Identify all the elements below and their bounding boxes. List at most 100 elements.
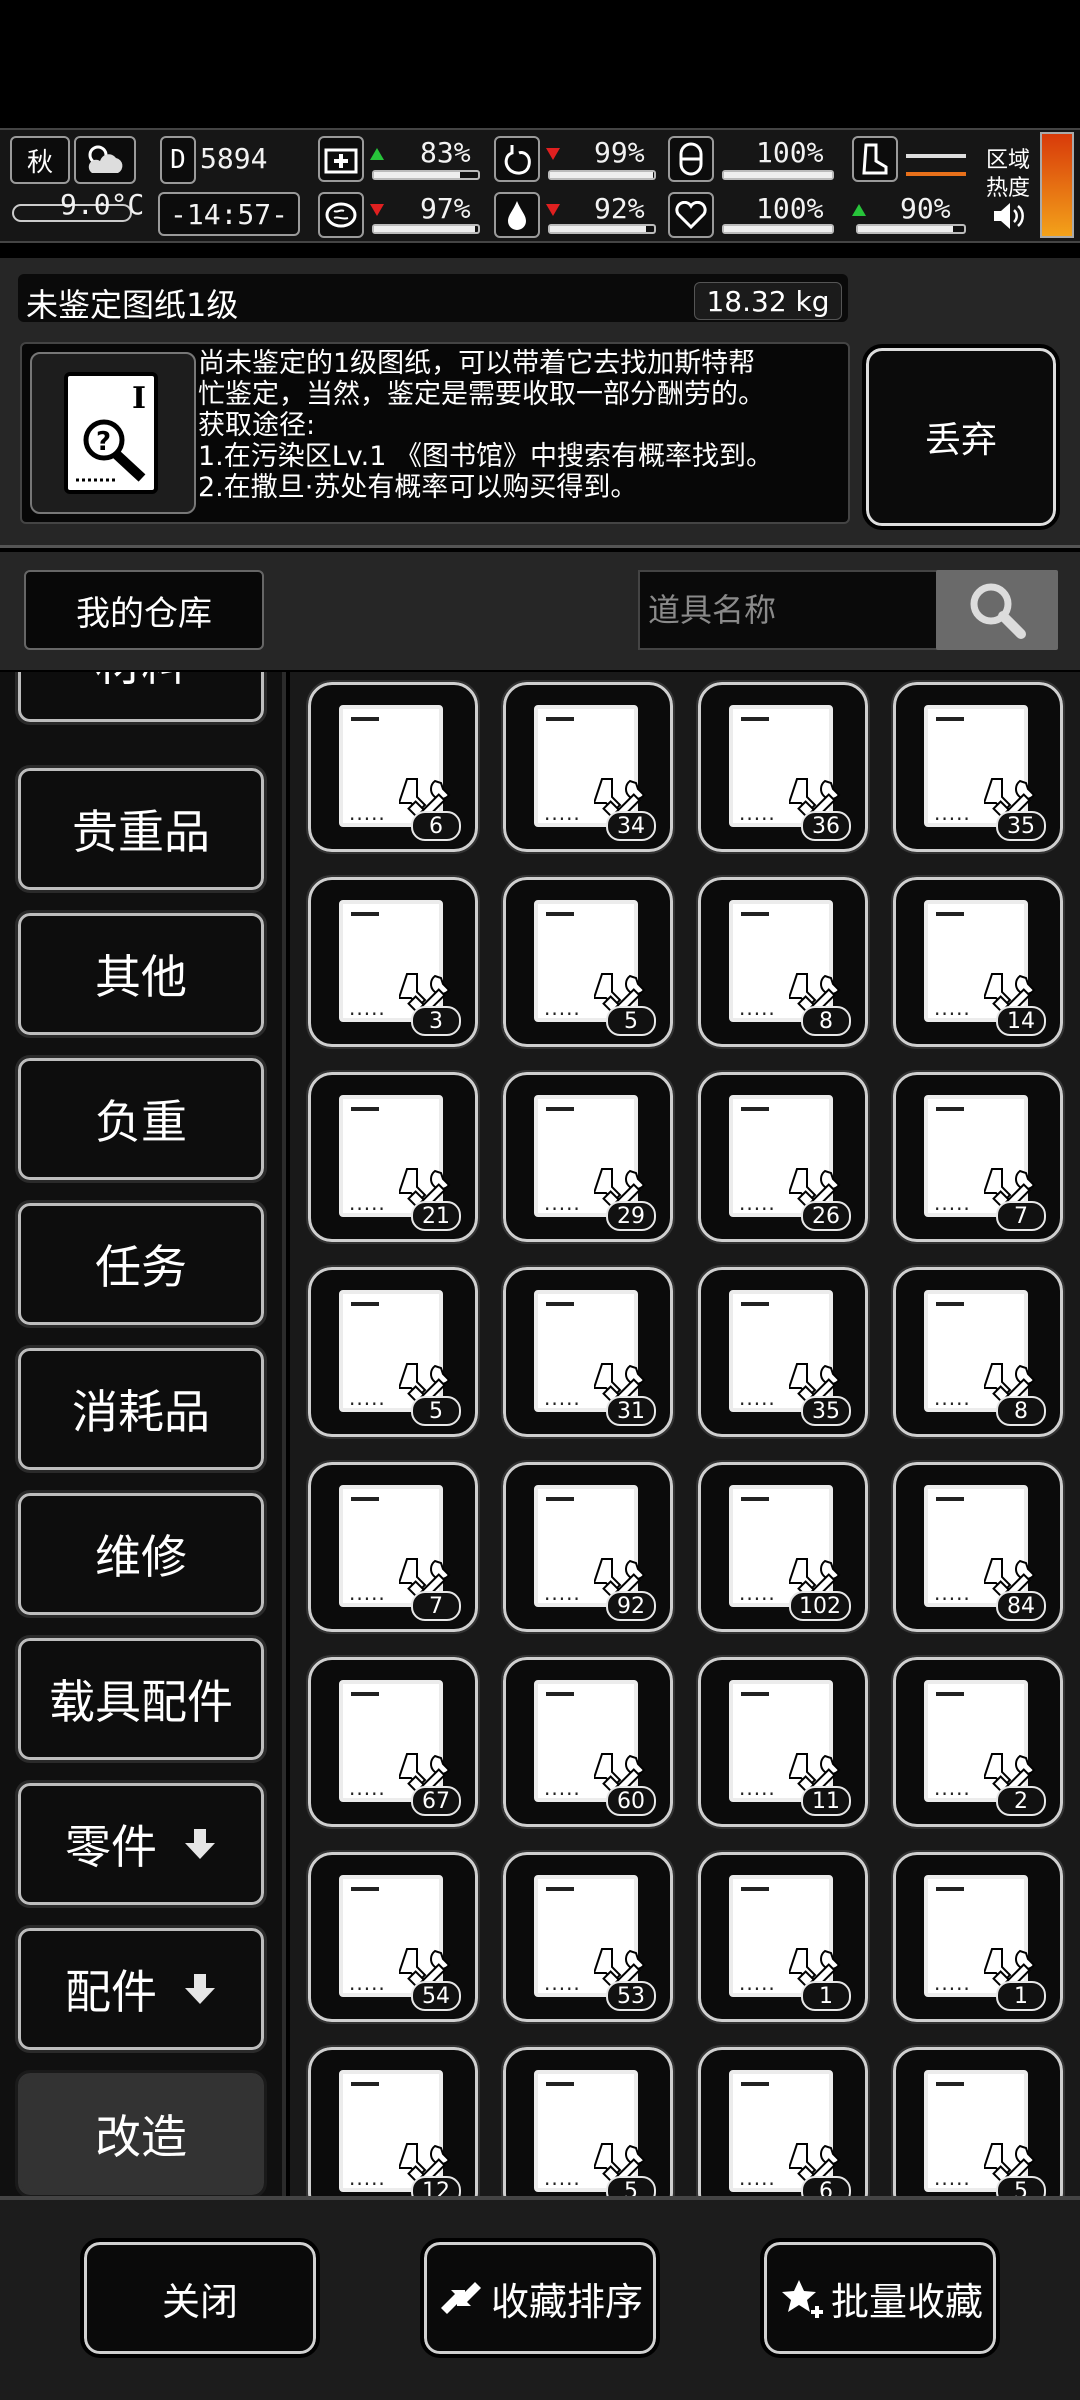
close-button-label: 关闭 <box>161 2279 238 2324</box>
item-count-badge: 84 <box>996 1591 1046 1621</box>
blueprint-item-slot[interactable]: 12 <box>306 2045 480 2196</box>
discard-button-label: 丢弃 <box>924 420 997 461</box>
blueprint-item-slot[interactable]: 5 <box>501 2045 675 2196</box>
arrow-down-icon <box>185 1829 215 1859</box>
blueprint-item-slot[interactable]: 53 <box>501 1850 675 2024</box>
category-components[interactable]: 零件 <box>15 1780 267 1908</box>
item-count-badge: 12 <box>411 2176 461 2196</box>
water-bar <box>548 224 656 234</box>
weather-icon <box>74 136 136 184</box>
item-count-badge: 11 <box>801 1786 851 1816</box>
blueprint-item-slot[interactable]: 6 <box>306 680 480 854</box>
water-drop-icon <box>494 192 540 238</box>
bottom-action-bar: 关闭 收藏排序 批量收藏 <box>0 2196 1080 2400</box>
blueprint-item-slot[interactable]: 5 <box>891 2045 1065 2196</box>
blueprint-item-slot[interactable]: 3 <box>306 875 480 1049</box>
blueprint-item-slot[interactable]: 8 <box>891 1265 1065 1439</box>
stomach-down-arrow <box>546 148 560 160</box>
item-count-badge: 26 <box>801 1201 851 1231</box>
svg-text:I: I <box>132 381 146 416</box>
item-count-badge: 5 <box>411 1396 461 1426</box>
blueprint-item-slot[interactable]: 26 <box>696 1070 870 1244</box>
item-count-badge: 54 <box>411 1981 461 2011</box>
svg-text:?: ? <box>96 427 111 457</box>
category-sidebar[interactable]: 材料 贵重品 其他 负重 任务 消耗品 维修 载具配件 零件 配件 改造 <box>0 672 286 2196</box>
item-count-badge: 7 <box>411 1591 461 1621</box>
blueprint-item-slot[interactable]: 14 <box>891 875 1065 1049</box>
zone-heat-bar <box>1040 132 1074 238</box>
blueprint-item-slot[interactable]: 2 <box>891 1655 1065 1829</box>
capsule-icon <box>668 136 714 182</box>
blueprint-item-slot[interactable]: 36 <box>696 680 870 854</box>
health-value: 83% <box>420 136 471 169</box>
category-modify[interactable]: 改造 <box>15 2070 267 2196</box>
brain-bar <box>372 224 480 234</box>
item-description: 尚未鉴定的1级图纸，可以带着它去找加斯特帮 忙鉴定，当然，鉴定是需要收取一部分酬… <box>198 348 774 503</box>
item-grid: 6343635358142129267531358792102846760112… <box>290 672 1080 2196</box>
search-button[interactable] <box>936 570 1058 650</box>
item-info-panel: 未鉴定图纸1级 18.32 kg I ? 尚未鉴定的1级图纸，可以带着它去找加斯… <box>0 258 1080 548</box>
category-vehicle-parts[interactable]: 载具配件 <box>15 1635 267 1763</box>
item-count-badge: 1 <box>996 1981 1046 2011</box>
my-warehouse-label: 我的仓库 <box>76 593 212 634</box>
blueprint-item-slot[interactable]: 21 <box>306 1070 480 1244</box>
blueprint-item-slot[interactable]: 34 <box>501 680 675 854</box>
blueprint-item-slot[interactable]: 60 <box>501 1655 675 1829</box>
blueprint-item-slot[interactable]: 67 <box>306 1655 480 1829</box>
water-down-arrow <box>546 204 560 216</box>
item-search-input[interactable] <box>638 570 938 650</box>
blueprint-item-slot[interactable]: 1 <box>696 1850 870 2024</box>
category-accessories[interactable]: 配件 <box>15 1925 267 2053</box>
category-consumables[interactable]: 消耗品 <box>15 1345 267 1473</box>
batch-favorite-button[interactable]: 批量收藏 <box>760 2238 1000 2358</box>
category-tasks[interactable]: 任务 <box>15 1200 267 1328</box>
my-warehouse-button[interactable]: 我的仓库 <box>24 570 264 650</box>
category-load[interactable]: 负重 <box>15 1055 267 1183</box>
item-count-badge: 1 <box>801 1981 851 2011</box>
blueprint-item-slot[interactable]: 7 <box>891 1070 1065 1244</box>
status-bar: 秋 9.0°C D 5894 -14:57- 83% 99% 100% 97% … <box>0 128 1080 243</box>
blueprint-item-slot[interactable]: 102 <box>696 1460 870 1634</box>
brain-icon <box>318 192 364 238</box>
blueprint-item-slot[interactable]: 5 <box>501 875 675 1049</box>
blueprint-item-slot[interactable]: 31 <box>501 1265 675 1439</box>
health-up-arrow <box>370 148 384 160</box>
stamina-lines <box>906 154 966 176</box>
day-count: 5894 <box>200 142 268 175</box>
blueprint-item-slot[interactable]: 35 <box>891 680 1065 854</box>
season-label: 秋 <box>26 147 53 178</box>
sort-favorites-button[interactable]: 收藏排序 <box>420 2238 660 2358</box>
blueprint-item-slot[interactable]: 1 <box>891 1850 1065 2024</box>
heart-icon <box>668 192 714 238</box>
blueprint-item-slot[interactable]: 54 <box>306 1850 480 2024</box>
close-button[interactable]: 关闭 <box>80 2238 320 2358</box>
discard-button[interactable]: 丢弃 <box>862 344 1060 530</box>
blueprint-item-slot[interactable]: 84 <box>891 1460 1065 1634</box>
clock-box: -14:57- <box>158 192 300 236</box>
category-repair[interactable]: 维修 <box>15 1490 267 1618</box>
blueprint-item-slot[interactable]: 6 <box>696 2045 870 2196</box>
stomach-bar <box>548 170 656 180</box>
search-icon <box>970 583 1026 639</box>
zone-heat-label-2: 热度 <box>986 176 1031 201</box>
blueprint-item-slot[interactable]: 11 <box>696 1655 870 1829</box>
blueprint-icon: I ? <box>30 352 196 514</box>
boot-icon <box>852 136 898 182</box>
blueprint-item-slot[interactable]: 8 <box>696 875 870 1049</box>
stomach-value: 99% <box>594 136 645 169</box>
stamina-up-arrow <box>852 204 866 216</box>
item-weight: 18.32 kg <box>694 282 842 320</box>
blueprint-item-slot[interactable]: 92 <box>501 1460 675 1634</box>
blueprint-item-slot[interactable]: 5 <box>306 1265 480 1439</box>
category-materials[interactable]: 材料 <box>15 672 267 725</box>
item-count-badge: 67 <box>411 1786 461 1816</box>
category-valuables[interactable]: 贵重品 <box>15 765 267 893</box>
item-count-badge: 35 <box>801 1396 851 1426</box>
blueprint-item-slot[interactable]: 35 <box>696 1265 870 1439</box>
speaker-icon[interactable] <box>992 200 1026 232</box>
category-other[interactable]: 其他 <box>15 910 267 1038</box>
blueprint-item-slot[interactable]: 29 <box>501 1070 675 1244</box>
batch-favorite-label: 批量收藏 <box>830 2279 983 2324</box>
blueprint-item-slot[interactable]: 7 <box>306 1460 480 1634</box>
stat4-value: 100% <box>756 192 824 225</box>
